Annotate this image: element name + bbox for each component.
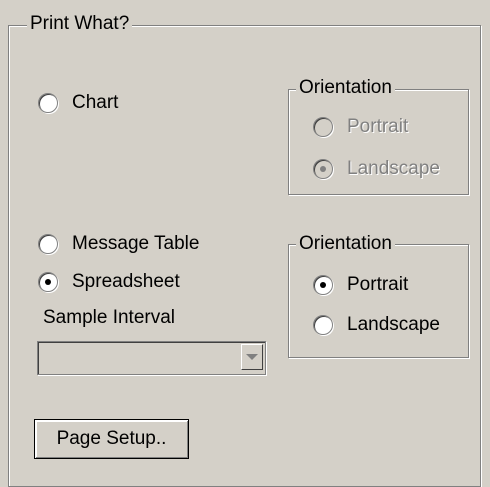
chart-portrait-radio-circle[interactable] xyxy=(313,117,333,137)
chart-landscape-label: Landscape xyxy=(347,158,440,179)
page-setup-button[interactable]: Page Setup.. xyxy=(34,419,189,459)
chevron-down-icon xyxy=(246,354,258,360)
spreadsheet-orientation-legend: Orientation xyxy=(296,234,395,254)
chart-radio-label: Chart xyxy=(72,92,119,113)
message-table-label: Message Table xyxy=(72,233,200,254)
spreadsheet-landscape-radio[interactable]: Landscape xyxy=(313,314,440,336)
chart-landscape-radio-circle[interactable] xyxy=(313,159,333,179)
spreadsheet-portrait-radio-circle[interactable] xyxy=(313,275,333,295)
chart-orientation-legend: Orientation xyxy=(296,78,395,98)
spreadsheet-landscape-radio-circle[interactable] xyxy=(313,315,333,335)
spreadsheet-portrait-label: Portrait xyxy=(347,274,409,295)
spreadsheet-orientation-group xyxy=(288,244,469,358)
chart-portrait-label: Portrait xyxy=(347,116,409,137)
message-table-radio[interactable]: Message Table xyxy=(38,233,199,255)
spreadsheet-landscape-label: Landscape xyxy=(347,314,440,335)
sample-interval-label: Sample Interval xyxy=(43,307,176,328)
message-table-radio-circle[interactable] xyxy=(38,234,58,254)
chart-landscape-radio[interactable]: Landscape xyxy=(313,158,440,180)
chart-radio-circle[interactable] xyxy=(38,93,58,113)
print-dialog-panel: { "print_what": { "legend": "Print What?… xyxy=(0,0,490,487)
chart-radio[interactable]: Chart xyxy=(38,92,118,114)
print-what-legend: Print What? xyxy=(27,14,133,34)
sample-interval-dropdown-button[interactable] xyxy=(241,344,263,370)
spreadsheet-radio[interactable]: Spreadsheet xyxy=(38,271,180,293)
spreadsheet-label: Spreadsheet xyxy=(72,271,180,292)
spreadsheet-radio-circle[interactable] xyxy=(38,272,58,292)
chart-portrait-radio[interactable]: Portrait xyxy=(313,116,408,138)
spreadsheet-portrait-radio[interactable]: Portrait xyxy=(313,274,408,296)
sample-interval-combo[interactable] xyxy=(37,341,266,375)
